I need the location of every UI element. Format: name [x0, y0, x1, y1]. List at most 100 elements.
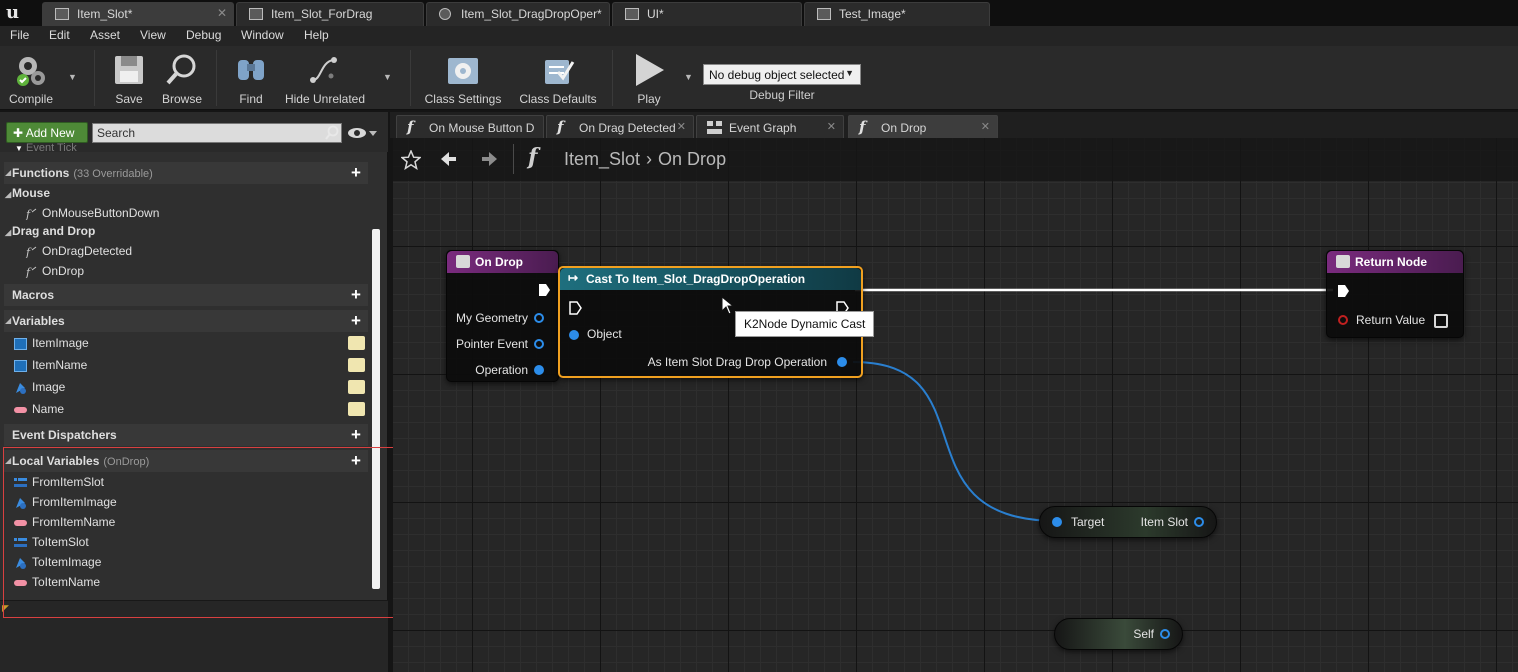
close-icon[interactable]: ✕ [981, 120, 990, 133]
debug-object-select[interactable]: No debug object selected ▼ [703, 64, 861, 85]
expand-triangle-icon: ◢ [5, 316, 12, 325]
hide-unrelated-chevron-icon[interactable]: ▼ [383, 72, 392, 82]
play-button[interactable]: Play [626, 50, 672, 108]
forward-arrow-icon[interactable] [481, 150, 499, 168]
my-geometry-pin[interactable] [534, 313, 544, 323]
compile-options-chevron-icon[interactable]: ▼ [68, 72, 77, 82]
blueprint-icon [55, 8, 69, 20]
compile-label: Compile [8, 92, 53, 106]
menu-debug[interactable]: Debug [186, 28, 221, 42]
add-function-button[interactable]: + [348, 164, 364, 181]
plus-icon: ✚ [13, 126, 24, 140]
visibility-eye-icon[interactable] [348, 358, 365, 372]
cast-output-pin[interactable] [837, 357, 847, 367]
view-options-eye-icon[interactable] [347, 125, 379, 141]
search-input[interactable]: Search [92, 123, 342, 143]
tab-on-mouse-button-down[interactable]: f On Mouse Button D [396, 115, 544, 138]
add-macro-button[interactable]: + [348, 286, 364, 303]
toolbar-divider [410, 50, 411, 106]
functions-section[interactable]: ◢ Functions (33 Overridable) + [4, 162, 368, 184]
variable-item[interactable]: Image [14, 380, 65, 398]
menu-window[interactable]: Window [241, 28, 284, 42]
variable-item[interactable]: ItemImage [14, 336, 89, 354]
visibility-eye-icon[interactable] [348, 336, 365, 350]
function-item[interactable]: f OnMouseButtonDown [24, 206, 159, 224]
macros-label: Macros [12, 288, 55, 302]
doc-tab-item-slot[interactable]: Item_Slot* ✕ [42, 2, 234, 26]
class-defaults-button[interactable]: Class Defaults [516, 50, 600, 108]
breadcrumb-root[interactable]: Item_Slot [564, 149, 640, 169]
on-drop-entry-node[interactable]: On Drop My Geometry Pointer Event Operat… [446, 250, 559, 382]
menu-view[interactable]: View [140, 28, 166, 42]
object-input-pin[interactable] [569, 330, 579, 340]
doc-tab-label: Item_Slot_DragDropOper* [461, 7, 602, 21]
back-arrow-icon[interactable] [439, 150, 457, 168]
expand-triangle-icon: ◢ [5, 190, 12, 199]
tab-event-graph[interactable]: Event Graph ✕ [696, 115, 844, 138]
variable-item[interactable]: ItemName [14, 358, 87, 376]
category-drag-and-drop[interactable]: ◢ Drag and Drop [4, 224, 95, 242]
macros-section[interactable]: Macros + [4, 284, 368, 306]
visibility-eye-icon[interactable] [348, 380, 365, 394]
browse-button[interactable]: Browse [158, 50, 206, 108]
play-options-chevron-icon[interactable]: ▼ [684, 72, 693, 82]
list-item[interactable]: Event Tick [26, 142, 77, 152]
category-mouse[interactable]: ◢ Mouse [4, 186, 50, 204]
menu-file[interactable]: File [10, 28, 29, 42]
cast-arrows-icon: ↦ [568, 271, 579, 285]
exec-input-pin[interactable] [569, 301, 582, 315]
event-dispatchers-section[interactable]: Event Dispatchers + [4, 424, 368, 446]
close-icon[interactable]: ✕ [217, 6, 227, 20]
doc-tab-item-slot-fordrag[interactable]: Item_Slot_ForDrag [236, 2, 424, 26]
save-button[interactable]: Save [108, 50, 150, 108]
doc-tab-test-image[interactable]: Test_Image* [804, 2, 990, 26]
chevron-down-icon: ▼ [845, 68, 854, 78]
expand-triangle-icon: ◢ [5, 228, 12, 237]
function-item[interactable]: f OnDragDetected [24, 244, 132, 262]
variable-label: Name [32, 402, 65, 416]
menu-asset[interactable]: Asset [90, 28, 120, 42]
find-button[interactable]: Find [230, 50, 272, 108]
search-icon[interactable] [324, 125, 340, 141]
blueprint-graph-canvas[interactable]: f Item_Slot › On Drop On Drop My Geometry … [393, 138, 1518, 672]
doc-tab-drag-drop-operation[interactable]: Item_Slot_DragDropOper* [426, 2, 610, 26]
item-slot-output-pin[interactable] [1194, 517, 1204, 527]
close-icon[interactable]: ✕ [677, 120, 686, 133]
add-new-button[interactable]: ✚ Add New ▼ [6, 122, 88, 153]
add-event-dispatcher-button[interactable]: + [348, 426, 364, 443]
close-icon[interactable]: ✕ [827, 120, 836, 133]
doc-tab-ui[interactable]: UI* [612, 2, 802, 26]
name-variable-icon [14, 407, 27, 413]
class-settings-button[interactable]: Class Settings [422, 50, 504, 108]
return-value-checkbox[interactable] [1434, 314, 1448, 328]
pin-label-return-value: Return Value [1356, 313, 1426, 327]
self-output-pin[interactable] [1160, 629, 1170, 639]
item-slot-getter-node[interactable]: Target Item Slot [1039, 506, 1217, 538]
doc-tab-label: Item_Slot_ForDrag [271, 7, 373, 21]
tab-on-drop[interactable]: f On Drop ✕ [848, 115, 998, 138]
return-node[interactable]: Return Node Return Value [1326, 250, 1464, 338]
menu-help[interactable]: Help [304, 28, 329, 42]
hide-unrelated-button[interactable]: Hide Unrelated [282, 50, 368, 108]
function-item[interactable]: f OnDrop [24, 264, 84, 282]
variables-section[interactable]: ◢ Variables + [4, 310, 368, 332]
compile-button[interactable]: Compile [4, 50, 58, 108]
breadcrumb: f Item_Slot › On Drop [393, 138, 1518, 181]
pin-label-self: Self [1133, 627, 1154, 641]
return-value-pin[interactable] [1338, 315, 1348, 325]
menu-edit[interactable]: Edit [49, 28, 70, 42]
add-variable-button[interactable]: + [348, 312, 364, 329]
tab-on-drag-detected[interactable]: f On Drag Detected ✕ [546, 115, 694, 138]
exec-output-pin[interactable] [538, 283, 551, 297]
target-pin[interactable] [1052, 517, 1062, 527]
operation-pin[interactable] [534, 365, 544, 375]
favorite-star-icon[interactable] [401, 150, 421, 170]
pointer-event-pin[interactable] [534, 339, 544, 349]
visibility-eye-icon[interactable] [348, 402, 365, 416]
variable-item[interactable]: Name [14, 402, 64, 420]
self-node[interactable]: Self [1054, 618, 1183, 650]
exec-input-pin[interactable] [1337, 284, 1350, 298]
functions-overridable-count: (33 Overridable) [73, 168, 153, 180]
pin-label-item-slot: Item Slot [1140, 515, 1188, 529]
pin-label-operation: Operation [475, 363, 528, 377]
